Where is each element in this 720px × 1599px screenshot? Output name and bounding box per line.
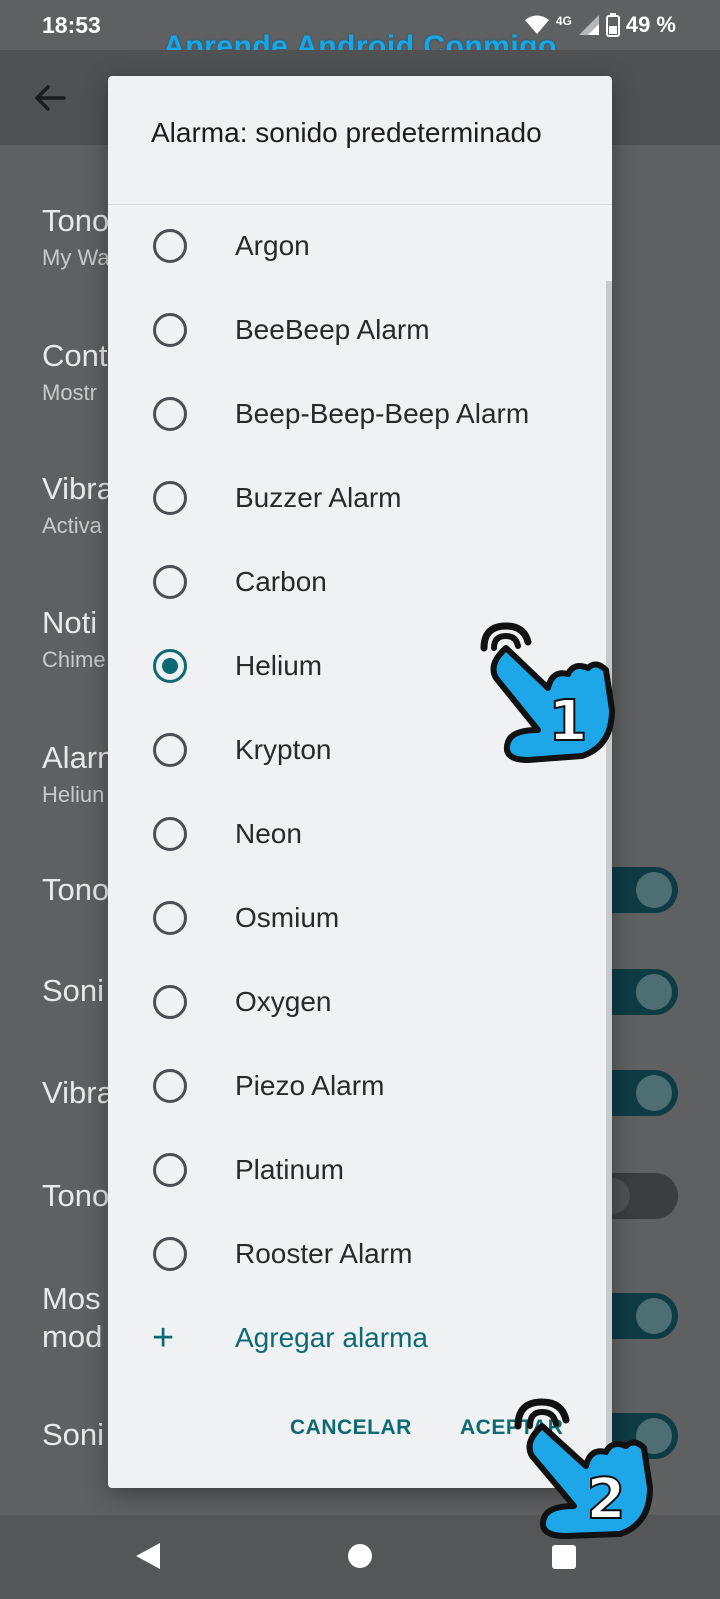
alarm-option-label: Oxygen — [235, 986, 332, 1017]
alarm-option[interactable]: Oxygen — [108, 960, 612, 1044]
toggle-knob — [636, 974, 672, 1010]
settings-item[interactable]: Vibra Activa — [42, 471, 114, 539]
nav-home-icon[interactable] — [348, 1544, 372, 1568]
toggle-knob — [636, 1298, 672, 1334]
alarm-option[interactable]: Neon — [108, 792, 612, 876]
alarm-option-label: Buzzer Alarm — [235, 482, 402, 513]
radio-unchecked-icon[interactable] — [153, 733, 187, 767]
alarm-option[interactable]: Carbon — [108, 540, 612, 624]
radio-unchecked-icon[interactable] — [153, 1153, 187, 1187]
alarm-option[interactable]: Argon — [108, 204, 612, 288]
toggle-knob — [636, 872, 672, 908]
alarm-option-label: Rooster Alarm — [235, 1238, 413, 1269]
back-arrow-icon[interactable] — [30, 78, 70, 118]
nav-recents-icon[interactable] — [552, 1545, 576, 1569]
radio-unchecked-icon[interactable] — [153, 229, 187, 263]
settings-item[interactable]: Vibra — [42, 1075, 114, 1111]
alarm-option[interactable]: Beep-Beep-Beep Alarm — [108, 372, 612, 456]
radio-unchecked-icon[interactable] — [153, 817, 187, 851]
radio-unchecked-icon[interactable] — [153, 1069, 187, 1103]
step-number-2: 2 — [587, 1467, 626, 1532]
settings-item[interactable]: Soni — [42, 973, 104, 1009]
toggle-knob — [636, 1075, 672, 1111]
alarm-option[interactable]: Osmium — [108, 876, 612, 960]
alarm-option[interactable]: Piezo Alarm — [108, 1044, 612, 1128]
dialog-title: Alarma: sonido predeterminado — [151, 117, 542, 148]
settings-item[interactable]: Cont Mostr — [42, 338, 107, 406]
alarm-option-label: Helium — [235, 650, 323, 681]
alarm-option-label: Beep-Beep-Beep Alarm — [235, 398, 530, 429]
alarm-option-label: BeeBeep Alarm — [235, 314, 430, 345]
alarm-option[interactable]: Rooster Alarm — [108, 1212, 612, 1296]
step-number-1: 1 — [549, 689, 588, 754]
radio-unchecked-icon[interactable] — [153, 901, 187, 935]
settings-item[interactable]: Tono My Wa — [42, 203, 110, 271]
alarm-option-label: Neon — [235, 818, 302, 849]
nav-back-icon[interactable] — [136, 1543, 160, 1569]
settings-item[interactable]: Mos mod — [42, 1280, 102, 1356]
settings-item[interactable]: Soni — [42, 1417, 104, 1453]
plus-icon: + — [152, 1316, 175, 1359]
alarm-option[interactable]: Buzzer Alarm — [108, 456, 612, 540]
alarm-option-label: Argon — [235, 230, 310, 261]
radio-unchecked-icon[interactable] — [153, 565, 187, 599]
cancel-button[interactable]: CANCELAR — [290, 1416, 412, 1440]
add-alarm-label: Agregar alarma — [235, 1322, 428, 1353]
alarm-option-label: Krypton — [235, 734, 332, 765]
alarm-option-label: Piezo Alarm — [235, 1070, 385, 1101]
radio-unchecked-icon[interactable] — [153, 313, 187, 347]
alarm-option[interactable]: BeeBeep Alarm — [108, 288, 612, 372]
tap-hand-icon-2: 2 — [514, 1398, 653, 1539]
alarm-option-label: Carbon — [235, 566, 327, 597]
alarm-option-label: Platinum — [235, 1154, 344, 1185]
alarm-option[interactable]: Platinum — [108, 1128, 612, 1212]
radio-unchecked-icon[interactable] — [153, 481, 187, 515]
settings-item[interactable]: Noti Chime — [42, 605, 106, 673]
tap-hand-icon-1: 1 — [480, 622, 615, 763]
radio-checked-icon[interactable] — [153, 649, 187, 683]
radio-unchecked-icon[interactable] — [153, 1237, 187, 1271]
radio-unchecked-icon[interactable] — [153, 397, 187, 431]
radio-dot — [162, 658, 178, 674]
alarm-option-label: Osmium — [235, 902, 340, 933]
alarm-sound-dialog: Alarma: sonido predeterminado Argon BeeBe… — [108, 76, 612, 1488]
radio-unchecked-icon[interactable] — [153, 985, 187, 1019]
settings-item[interactable]: Tono — [42, 1178, 109, 1214]
settings-item[interactable]: Tono — [42, 872, 109, 908]
add-alarm-row[interactable]: + Agregar alarma — [108, 1296, 612, 1380]
alarm-options-list: Argon BeeBeep Alarm Beep-Beep-Beep Alarm Bu… — [108, 204, 612, 1380]
network-type: 4G — [555, 14, 572, 28]
